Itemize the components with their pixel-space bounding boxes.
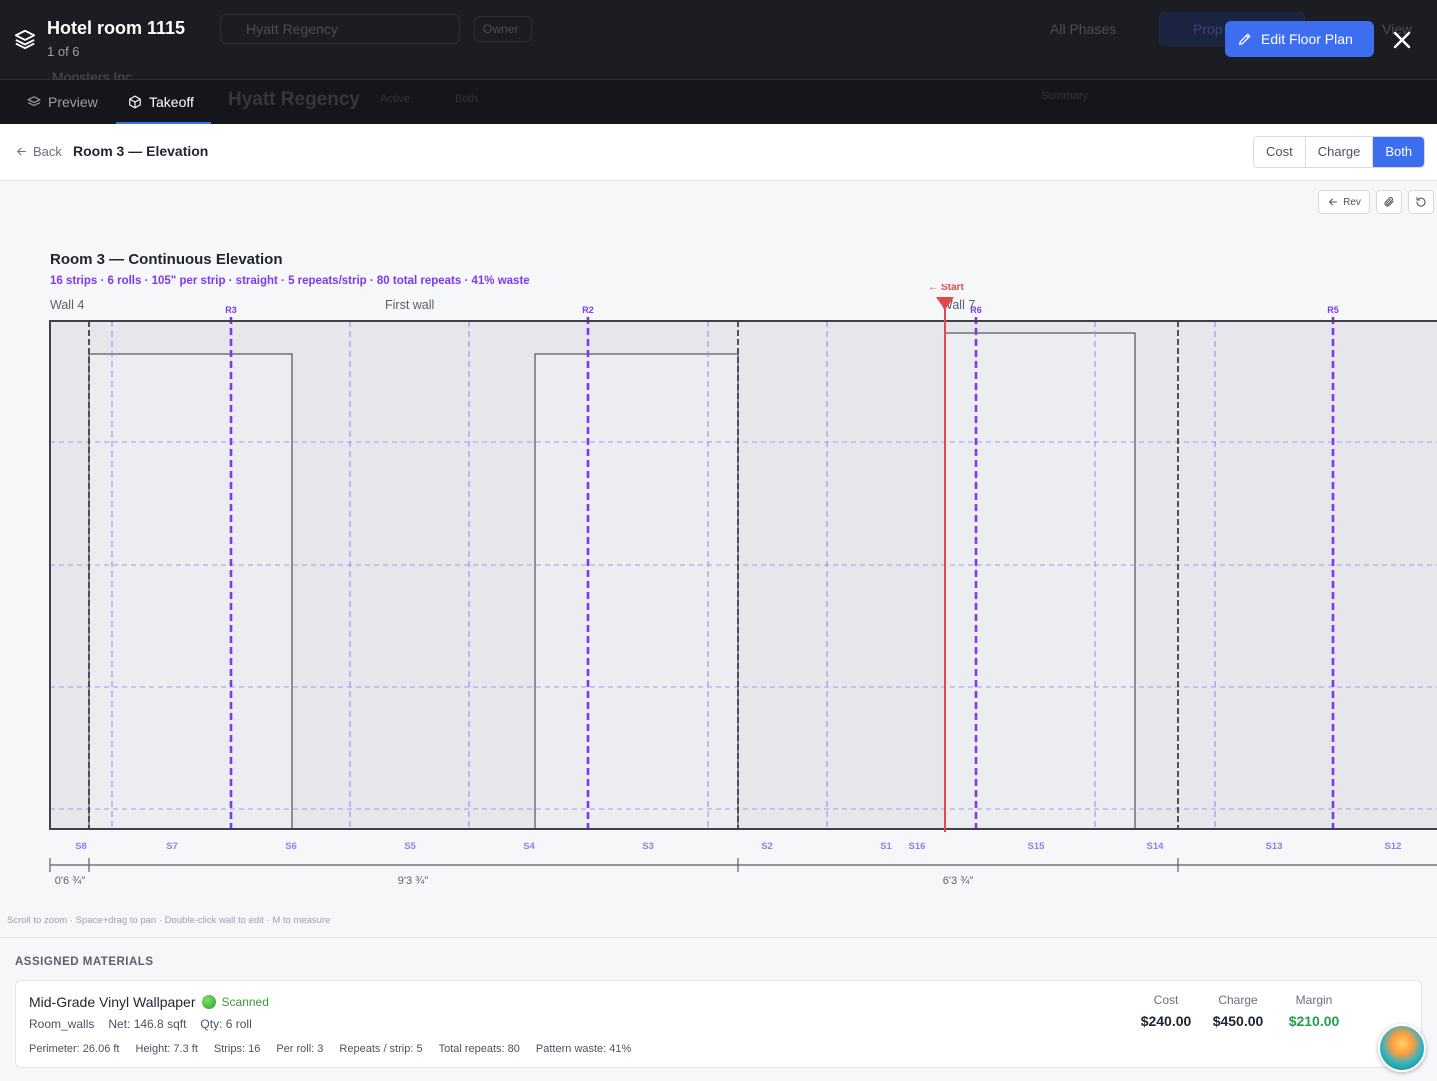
- proposal-ghost-label: Prop: [1193, 21, 1223, 37]
- owner-ghost-label: Owner: [483, 22, 519, 36]
- project-ghost-label: Hyatt Regency: [246, 21, 338, 37]
- material-detail: Pattern waste: 41%: [535, 1043, 632, 1055]
- repeat-label: R2: [582, 305, 594, 315]
- strip-label: S16: [909, 841, 926, 852]
- view-mode-charge[interactable]: Charge: [1306, 137, 1374, 167]
- repeat-label: R3: [225, 305, 237, 315]
- cost-column: Cost $240.00: [1136, 993, 1196, 1029]
- strip-label: S4: [523, 841, 535, 852]
- strip-label: S1: [880, 841, 892, 852]
- material-name: Mid-Grade Vinyl Wallpaper: [29, 994, 196, 1010]
- edit-floor-plan-label: Edit Floor Plan: [1261, 31, 1353, 47]
- material-status: Scanned: [221, 995, 269, 1009]
- rev-button[interactable]: Rev: [1318, 190, 1370, 214]
- canvas-toolbar: Rev: [1318, 190, 1434, 214]
- panel-title: Room 3 — Elevation: [73, 143, 209, 159]
- strip-label: S5: [404, 841, 416, 852]
- strip-label: S13: [1266, 841, 1283, 852]
- cost-label: Cost: [1153, 993, 1179, 1007]
- back-button[interactable]: Back: [15, 144, 62, 159]
- material-detail: Per roll: 3: [276, 1043, 324, 1055]
- material-details: Perimeter: 26.06 ft Height: 7.3 ft Strip…: [29, 1043, 631, 1055]
- layers-icon: [14, 29, 36, 50]
- divider: [0, 937, 1437, 938]
- status-ghost: Active: [380, 93, 410, 105]
- dimension-label: 6'3 ¾": [943, 875, 974, 887]
- material-detail: Total repeats: 80: [438, 1043, 520, 1055]
- cost-value: $240.00: [1140, 1013, 1192, 1029]
- tab-takeoff-label: Takeoff: [149, 94, 194, 110]
- material-detail: Perimeter: 26.06 ft: [29, 1043, 120, 1055]
- edit-floor-plan-button[interactable]: Edit Floor Plan: [1225, 21, 1374, 57]
- wall-label[interactable]: Wall 4: [50, 298, 84, 312]
- strip-label: S14: [1147, 841, 1165, 852]
- charge-label: Charge: [1218, 993, 1258, 1007]
- view-mode-cost[interactable]: Cost: [1254, 137, 1306, 167]
- modal-counter: 1 of 6: [47, 44, 80, 59]
- charge-column: Charge $450.00: [1208, 993, 1268, 1029]
- margin-label: Margin: [1295, 993, 1333, 1007]
- modal-header: Hotel room 1115 1 of 6 Hyatt Regency Own…: [0, 0, 1437, 85]
- page-title-ghost: Hyatt Regency: [228, 89, 360, 110]
- strip-label: S15: [1028, 841, 1046, 852]
- opening[interactable]: [88, 353, 293, 830]
- arrow-left-icon: [17, 147, 26, 156]
- strip-label: S2: [761, 841, 773, 852]
- margin-value: $210.00: [1288, 1013, 1340, 1029]
- pen-icon: [1239, 33, 1251, 45]
- tab-takeoff[interactable]: Takeoff: [116, 80, 211, 124]
- elevation-canvas[interactable]: R3 R2 R6 R5 Wall 4 First wall Wall 7 ← S…: [0, 284, 1437, 904]
- strip-label: S12: [1385, 841, 1402, 852]
- phases-ghost-label: All Phases: [1050, 21, 1117, 37]
- strip-label: S8: [75, 841, 87, 852]
- avatar[interactable]: [1378, 1024, 1426, 1072]
- material-summary: Room_walls Net: 146.8 sqft Qty: 6 roll: [29, 1017, 252, 1031]
- mode-ghost: Both: [455, 93, 478, 105]
- dimension-label: 9'3 ¾": [398, 875, 429, 887]
- margin-column: Margin $210.00: [1281, 993, 1347, 1029]
- elevation-title: Room 3 — Continuous Elevation: [50, 251, 283, 268]
- rev-label: Rev: [1343, 196, 1361, 208]
- tab-bar: Preview Takeoff Hyatt Regency Active Bot…: [0, 80, 1437, 124]
- view-mode-both[interactable]: Both: [1373, 137, 1425, 167]
- attach-button[interactable]: [1376, 190, 1402, 214]
- strip-label: S7: [166, 841, 178, 852]
- material-detail: Height: 7.3 ft: [135, 1043, 198, 1055]
- paperclip-icon: [1384, 197, 1394, 207]
- material-area: Room_walls: [29, 1017, 95, 1031]
- modal-title: Hotel room 1115: [47, 18, 186, 38]
- material-card[interactable]: Mid-Grade Vinyl Wallpaper Scanned Room_w…: [15, 980, 1422, 1068]
- reset-view-button[interactable]: [1408, 190, 1434, 214]
- summary-ghost: Summary: [1041, 90, 1089, 102]
- charge-value: $450.00: [1212, 1013, 1264, 1029]
- cube-icon: [129, 95, 141, 109]
- canvas-hint: Scroll to zoom · Space+drag to pan · Dou…: [7, 915, 331, 926]
- elevation-panel: Back Room 3 — Elevation Cost Charge Both…: [0, 124, 1437, 1081]
- start-label: ← Start: [928, 284, 964, 293]
- material-detail: Strips: 16: [213, 1043, 261, 1055]
- wall-label[interactable]: First wall: [385, 298, 434, 312]
- view-mode-toggle: Cost Charge Both: [1253, 136, 1426, 168]
- dimension-label: 0'6 ¾": [55, 875, 86, 887]
- strip-label: S6: [285, 841, 297, 852]
- panel-header: Back Room 3 — Elevation Cost Charge Both: [0, 124, 1437, 181]
- scanned-status-icon: [201, 995, 216, 1009]
- arrow-left-icon: [1329, 198, 1338, 206]
- back-label: Back: [33, 144, 62, 159]
- repeat-label: R5: [1327, 305, 1339, 315]
- tab-preview-label: Preview: [48, 94, 98, 110]
- material-net: Net: 146.8 sqft: [108, 1017, 187, 1031]
- material-name-row: Mid-Grade Vinyl Wallpaper Scanned: [29, 994, 269, 1010]
- tab-preview[interactable]: Preview: [27, 80, 98, 124]
- close-icon[interactable]: [1390, 28, 1414, 52]
- materials-heading: ASSIGNED MATERIALS: [15, 956, 154, 968]
- material-qty: Qty: 6 roll: [200, 1017, 252, 1031]
- opening[interactable]: [944, 332, 1136, 830]
- strip-label: S3: [642, 841, 654, 852]
- dimension-line: [49, 858, 1437, 872]
- material-detail: Repeats / strip: 5: [339, 1043, 423, 1055]
- layers-icon: [27, 96, 41, 107]
- refresh-icon: [1416, 197, 1426, 207]
